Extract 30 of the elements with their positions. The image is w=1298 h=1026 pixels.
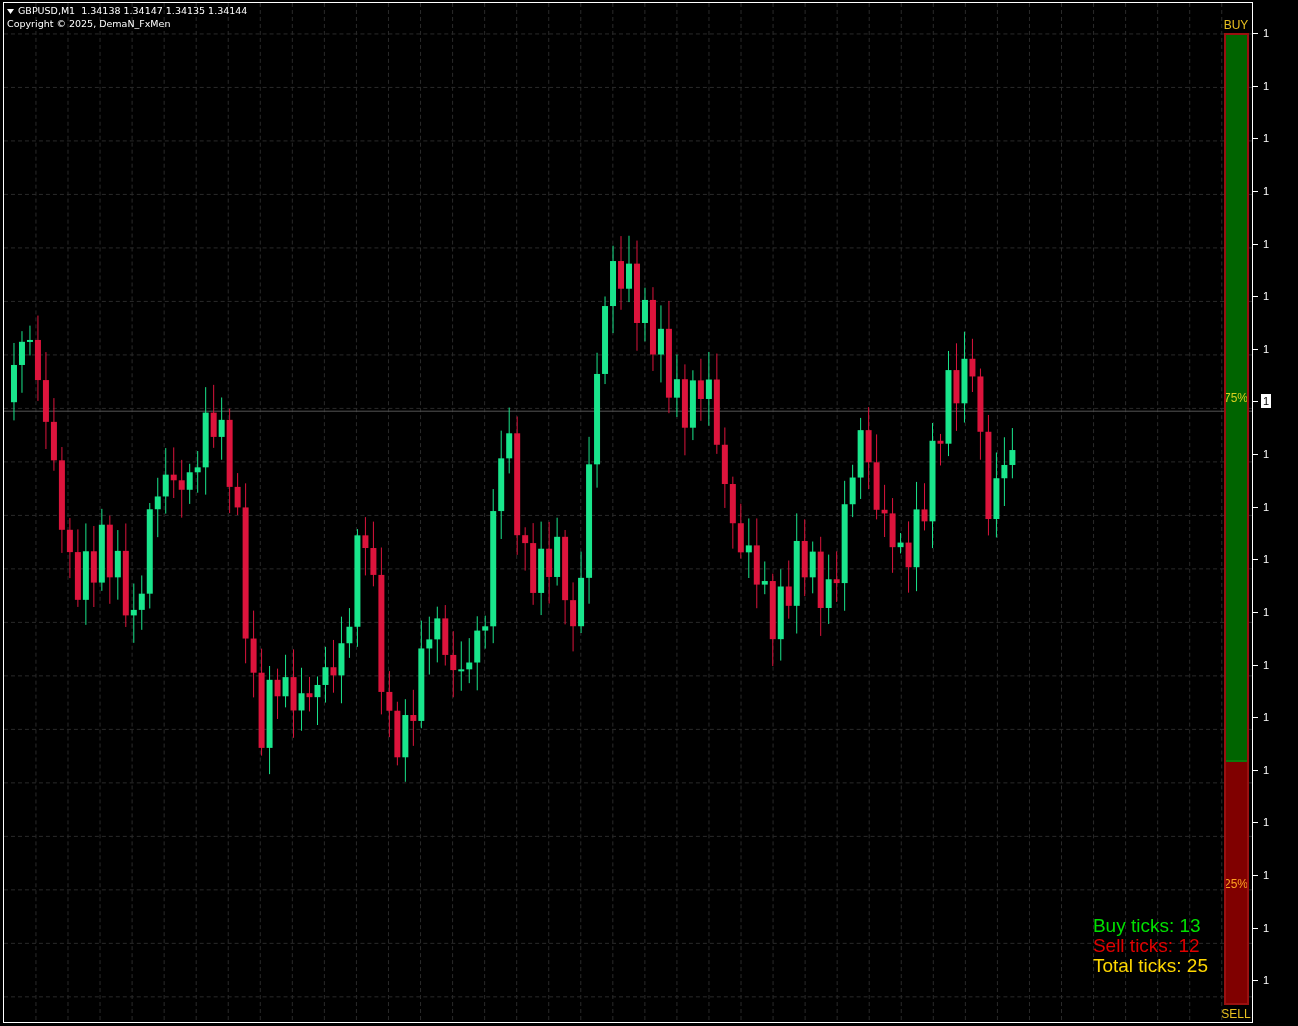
- sell-label: SELL: [1221, 1006, 1251, 1022]
- price-label: 1: [1262, 973, 1271, 988]
- price-label: 1: [1262, 920, 1271, 935]
- price-label: 1: [1262, 868, 1271, 882]
- price-label: 1: [1262, 762, 1271, 777]
- sell-percent: 25%: [1224, 876, 1248, 891]
- price-label: 1: [1262, 815, 1271, 830]
- price-label: 1: [1262, 289, 1271, 304]
- buy-label: BUY: [1223, 17, 1249, 33]
- tick-count: Total ticks: 25: [1092, 956, 1208, 976]
- current-price-label: 1: [1261, 394, 1272, 409]
- price-label: 1: [1262, 447, 1271, 461]
- price-label: 1: [1262, 710, 1271, 725]
- price-label: 1: [1262, 131, 1271, 146]
- price-label: 1: [1262, 341, 1271, 356]
- price-label: 1: [1262, 499, 1271, 514]
- price-label: 1: [1262, 183, 1271, 198]
- tick-count: Buy ticks: 13: [1092, 916, 1202, 936]
- symbol-quote: GBPUSD,M1 1.34138 1.34147 1.34135 1.34144: [18, 5, 248, 17]
- price-label: 1: [1262, 78, 1271, 93]
- price-label: 1: [1262, 26, 1271, 40]
- price-label: 1: [1262, 236, 1271, 251]
- buy-percent: 75%: [1224, 390, 1248, 405]
- tick-count: Sell ticks: 12: [1092, 936, 1201, 956]
- price-label: 1: [1262, 604, 1271, 619]
- price-label: 1: [1262, 552, 1271, 567]
- price-label: 1: [1262, 657, 1271, 672]
- copyright-text: Copyright © 2025, DemaN_FxMen: [7, 18, 172, 30]
- dropdown-arrow-icon[interactable]: [7, 8, 14, 14]
- candlestick: [626, 235, 632, 303]
